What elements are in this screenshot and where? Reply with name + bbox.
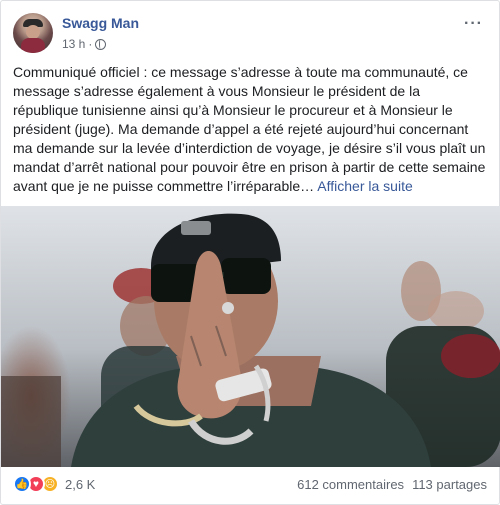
- author-avatar[interactable]: [13, 13, 53, 53]
- post-message: Communiqué officiel : ce message s’adres…: [13, 63, 489, 196]
- more-options-icon[interactable]: ···: [464, 15, 483, 33]
- engagement-stats: 612 commentaires 113 partages: [297, 477, 487, 492]
- reaction-count[interactable]: 2,6 K: [65, 477, 95, 492]
- meta-separator: ·: [88, 37, 93, 51]
- post-photo[interactable]: [1, 206, 500, 467]
- globe-icon[interactable]: [95, 38, 107, 50]
- see-more-link[interactable]: Afficher la suite: [317, 178, 412, 194]
- comments-count[interactable]: 612 commentaires: [297, 477, 404, 492]
- post-meta: 13 h ·: [62, 37, 107, 51]
- facebook-post: Swagg Man 13 h · ··· Communiqué officiel…: [0, 0, 500, 505]
- reactions-summary[interactable]: 👍 ♥ ☹ 2,6 K: [13, 475, 95, 493]
- like-icon: 👍: [13, 475, 31, 493]
- shares-count[interactable]: 113 partages: [412, 477, 487, 492]
- post-time[interactable]: 13 h: [62, 37, 85, 51]
- photo-scene: [1, 206, 500, 467]
- post-header: Swagg Man 13 h · ···: [13, 13, 487, 57]
- post-message-text: Communiqué officiel : ce message s’adres…: [13, 64, 486, 194]
- author-name[interactable]: Swagg Man: [62, 15, 139, 31]
